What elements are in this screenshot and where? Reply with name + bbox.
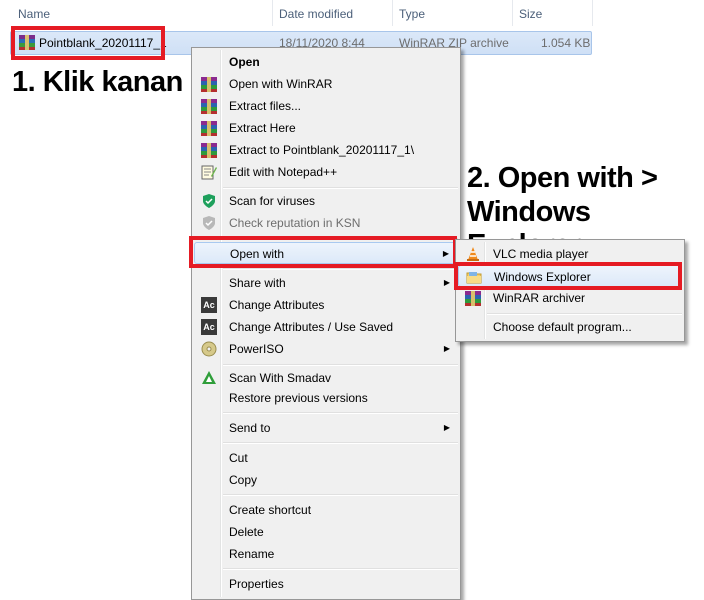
- column-divider[interactable]: [592, 0, 593, 26]
- menu-item-label: Extract to Pointblank_20201117_1\: [229, 143, 415, 157]
- column-header: Name Date modified Type Size: [0, 0, 704, 26]
- menu-item-scan-smadav[interactable]: Scan With Smadav: [194, 367, 458, 389]
- kaspersky-shield-icon: [201, 215, 217, 231]
- column-size[interactable]: Size: [519, 0, 542, 26]
- menu-item-label: Change Attributes / Use Saved: [229, 320, 394, 334]
- winrar-icon: [201, 142, 217, 158]
- notepadpp-icon: [201, 164, 217, 180]
- submenu-arrow-icon: ▶: [443, 423, 450, 432]
- menu-item-edit-notepad[interactable]: Edit with Notepad++: [194, 161, 458, 183]
- menu-item-check-reputation[interactable]: Check reputation in KSN: [194, 212, 458, 234]
- file-size: 1.054 KB: [541, 36, 591, 50]
- menu-item-restore-versions[interactable]: Restore previous versions: [194, 387, 458, 409]
- change-attributes-icon: Ac: [201, 319, 217, 335]
- context-menu: Open Open with WinRAR Extract files... E…: [191, 47, 461, 600]
- menu-item-cut[interactable]: Cut: [194, 447, 458, 469]
- vlc-cone-icon: [465, 246, 481, 262]
- menu-item-label: Share with: [229, 276, 286, 290]
- smadav-icon: [201, 370, 217, 386]
- file-highlight-box: [11, 26, 165, 60]
- menu-item-label: Extract files...: [229, 99, 302, 113]
- column-divider[interactable]: [512, 0, 513, 26]
- menu-separator: [223, 187, 458, 189]
- menu-item-extract-to[interactable]: Extract to Pointblank_20201117_1\: [194, 139, 458, 161]
- menu-item-label: Properties: [229, 577, 284, 591]
- submenu-item-winrar-archiver[interactable]: WinRAR archiver: [458, 287, 682, 309]
- submenu-item-choose-default[interactable]: Choose default program...: [458, 316, 682, 338]
- windows-explorer-highlight-box: [454, 262, 682, 290]
- menu-item-label: Send to: [229, 421, 271, 435]
- menu-item-label: Extract Here: [229, 121, 296, 135]
- menu-item-label: Scan for viruses: [229, 194, 316, 208]
- menu-item-label: Create shortcut: [229, 503, 312, 517]
- menu-separator: [487, 313, 682, 315]
- menu-separator: [223, 268, 458, 270]
- winrar-icon: [465, 290, 481, 306]
- column-divider[interactable]: [392, 0, 393, 26]
- menu-item-properties[interactable]: Properties: [194, 573, 458, 595]
- menu-item-extract-files[interactable]: Extract files...: [194, 95, 458, 117]
- menu-item-scan-viruses[interactable]: Scan for viruses: [194, 190, 458, 212]
- open-with-highlight-box: [189, 236, 457, 268]
- column-type[interactable]: Type: [399, 0, 425, 26]
- menu-item-share-with[interactable]: Share with ▶: [194, 272, 458, 294]
- menu-item-open-with-winrar[interactable]: Open with WinRAR: [194, 73, 458, 95]
- menu-item-label: WinRAR archiver: [493, 291, 586, 305]
- menu-item-open[interactable]: Open: [194, 51, 458, 73]
- menu-item-label: Choose default program...: [493, 320, 632, 334]
- column-divider[interactable]: [272, 0, 273, 26]
- menu-item-label: Open with WinRAR: [229, 77, 333, 91]
- menu-separator: [223, 442, 458, 444]
- menu-item-change-attributes[interactable]: Ac Change Attributes: [194, 294, 458, 316]
- change-attributes-icon: Ac: [201, 297, 217, 313]
- menu-item-label: Edit with Notepad++: [229, 165, 338, 179]
- menu-item-extract-here[interactable]: Extract Here: [194, 117, 458, 139]
- menu-item-label: Cut: [229, 451, 248, 465]
- menu-separator: [223, 568, 458, 570]
- menu-separator: [223, 364, 458, 366]
- menu-separator: [223, 412, 458, 414]
- submenu-arrow-icon: ▶: [443, 278, 450, 287]
- winrar-icon: [201, 120, 217, 136]
- menu-item-poweriso[interactable]: PowerISO ▶: [194, 338, 458, 360]
- kaspersky-shield-icon: [201, 193, 217, 209]
- menu-separator: [223, 494, 458, 496]
- menu-item-copy[interactable]: Copy: [194, 469, 458, 491]
- step1-annotation: 1. Klik kanan: [12, 66, 183, 98]
- column-date-modified[interactable]: Date modified: [279, 0, 353, 26]
- menu-item-rename[interactable]: Rename: [194, 543, 458, 565]
- open-with-submenu: VLC media player Windows Explorer WinRAR…: [455, 239, 685, 342]
- poweriso-disc-icon: [201, 341, 217, 357]
- menu-item-change-attributes-saved[interactable]: Ac Change Attributes / Use Saved: [194, 316, 458, 338]
- menu-item-label: Open: [229, 55, 260, 69]
- menu-item-create-shortcut[interactable]: Create shortcut: [194, 499, 458, 521]
- step2-annotation-line1: 2. Open with >: [467, 162, 658, 194]
- menu-item-label: PowerISO: [229, 342, 284, 356]
- winrar-icon: [201, 76, 217, 92]
- menu-item-delete[interactable]: Delete: [194, 521, 458, 543]
- menu-item-label: Copy: [229, 473, 258, 487]
- menu-item-label: Restore previous versions: [229, 391, 368, 405]
- menu-item-label: Rename: [229, 547, 275, 561]
- menu-item-send-to[interactable]: Send to ▶: [194, 417, 458, 439]
- winrar-icon: [201, 98, 217, 114]
- menu-item-label: Change Attributes: [229, 298, 325, 312]
- menu-item-label: Delete: [229, 525, 264, 539]
- menu-item-label: Check reputation in KSN: [229, 216, 361, 230]
- column-name[interactable]: Name: [18, 0, 50, 26]
- menu-item-label: Scan With Smadav: [229, 371, 332, 385]
- submenu-arrow-icon: ▶: [443, 344, 450, 353]
